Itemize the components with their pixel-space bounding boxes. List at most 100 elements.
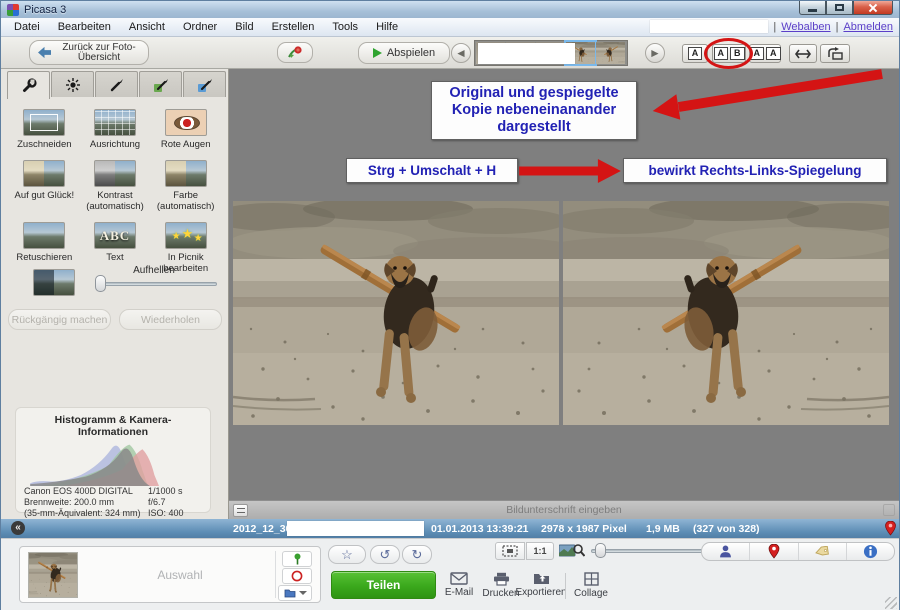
tool-auto-contrast[interactable]: Kontrast (automatisch) — [80, 160, 151, 212]
tool-im-feeling-lucky[interactable]: Auf gut Glück! — [9, 160, 80, 212]
menu-hilfe[interactable]: Hilfe — [367, 19, 407, 35]
histogram-title: Histogramm & Kamera-Informationen — [24, 414, 202, 438]
collapse-tray-button[interactable]: « — [11, 521, 25, 535]
account-separator: | — [836, 21, 839, 33]
zoom-actual-size-button[interactable]: 1:1 — [526, 542, 554, 560]
back-to-overview-button[interactable]: Zurück zur Foto-Übersicht — [29, 40, 149, 65]
menu-tools[interactable]: Tools — [323, 19, 367, 35]
people-button[interactable] — [702, 543, 750, 560]
menu-ansicht[interactable]: Ansicht — [120, 19, 174, 35]
menu-bild[interactable]: Bild — [226, 19, 262, 35]
collage-button[interactable]: Collage — [569, 572, 613, 599]
menu-ordner[interactable]: Ordner — [174, 19, 226, 35]
close-icon — [868, 3, 878, 13]
rotate-right-button[interactable]: ↻ — [402, 545, 432, 564]
close-button[interactable] — [853, 1, 893, 15]
blue-brush-icon — [197, 77, 213, 93]
rotate-left-button[interactable]: ↺ — [370, 545, 400, 564]
auto-color-icon — [165, 160, 207, 187]
star-icon: ☆ — [341, 547, 353, 563]
fill-light-label: Aufhellen — [99, 265, 209, 276]
fill-light-control: Aufhellen — [9, 265, 221, 305]
window-title: Picasa 3 — [24, 4, 66, 16]
redacted-thumbnails — [478, 43, 575, 64]
webalben-link[interactable]: Webalben — [781, 21, 830, 33]
tags-button[interactable] — [799, 543, 847, 560]
menu-datei[interactable]: Datei — [5, 19, 49, 35]
fill-light-slider[interactable] — [99, 282, 217, 286]
tab-effects-1[interactable] — [95, 71, 138, 97]
rotate-right-icon: ↻ — [412, 547, 423, 563]
view-side-by-side-button[interactable]: A B — [712, 44, 746, 63]
filmstrip-thumbnail[interactable] — [596, 42, 625, 64]
resize-grip[interactable] — [885, 597, 897, 609]
minimize-button[interactable] — [799, 1, 826, 15]
info-icon — [863, 544, 878, 559]
zoom-fit-button[interactable] — [495, 542, 525, 560]
next-photo-button[interactable]: ► — [645, 43, 665, 63]
abmelden-link[interactable]: Abmelden — [843, 21, 893, 33]
minimize-icon — [808, 9, 817, 12]
filmstrip — [474, 40, 628, 66]
back-arrow-icon — [37, 46, 52, 59]
star-button[interactable]: ☆ — [328, 545, 366, 564]
view-duplicate-button[interactable]: A A — [749, 44, 781, 63]
share-button[interactable]: Teilen — [331, 571, 436, 599]
tab-effects-2[interactable] — [139, 71, 182, 97]
rose-icon — [286, 45, 304, 60]
redo-button[interactable]: Wiederholen — [119, 309, 222, 330]
rotate-button[interactable] — [820, 44, 850, 63]
email-button[interactable]: E-Mail — [437, 572, 481, 598]
clear-selection-button[interactable] — [282, 568, 312, 584]
selection-tray: Auswahl — [19, 546, 321, 603]
menu-erstellen[interactable]: Erstellen — [263, 19, 324, 35]
photo-original[interactable] — [233, 201, 559, 425]
back-button-label: Zurück zur Foto-Übersicht — [57, 43, 141, 63]
status-bar: « 2012_12_30_ 01.01.2013 13:39:21 2978 x… — [1, 519, 899, 538]
tab-basic-fixes[interactable] — [7, 71, 50, 99]
undo-button[interactable]: Rückgängig machen — [8, 309, 111, 330]
print-icon — [493, 572, 510, 586]
crop-icon — [23, 109, 65, 136]
play-button[interactable]: Abspielen — [358, 42, 450, 64]
tool-straighten[interactable]: Ausrichtung — [80, 109, 151, 150]
tool-auto-color[interactable]: Farbe (automatisch) — [150, 160, 221, 212]
tool-redeye[interactable]: Rote Augen — [150, 109, 221, 150]
properties-button[interactable] — [847, 543, 894, 560]
tool-crop[interactable]: Zuschneiden — [9, 109, 80, 150]
maximize-button[interactable] — [826, 1, 853, 15]
green-pin-icon — [293, 553, 302, 565]
fill-light-slider-thumb[interactable] — [95, 275, 106, 292]
status-filesize: 1,9 MB — [646, 523, 680, 535]
places-button[interactable] — [750, 543, 798, 560]
photo-mirrored[interactable] — [563, 201, 889, 425]
straighten-icon — [94, 109, 136, 136]
view-single-button[interactable]: A — [682, 44, 708, 63]
geotag-pin-icon — [885, 521, 896, 536]
histogram-chart — [28, 440, 198, 486]
export-folder-icon — [533, 572, 550, 585]
retouch-icon — [23, 222, 65, 249]
tab-tuning[interactable] — [51, 71, 94, 97]
wrench-icon — [21, 78, 37, 94]
next-arrow-icon: ► — [649, 47, 661, 59]
hold-selection-button[interactable] — [282, 551, 312, 567]
tab-effects-3[interactable] — [183, 71, 226, 97]
flip-horizontal-button[interactable] — [789, 44, 817, 63]
caption-icon — [237, 508, 245, 513]
tray-photo-thumbnail[interactable] — [28, 552, 78, 598]
add-to-album-button[interactable] — [278, 585, 312, 601]
bottom-panel: Auswahl ☆ ↺ ↻ Teilen — [1, 538, 899, 610]
tray-label: Auswahl — [90, 547, 270, 602]
caption-button[interactable] — [233, 504, 248, 517]
export-button[interactable]: Exportieren — [519, 572, 563, 598]
picasa-window: Picasa 3 Datei Bearbeiten Ansicht Ordner… — [0, 0, 900, 610]
account-separator: | — [773, 21, 776, 33]
redacted-filename — [287, 521, 424, 536]
rose-tool-button[interactable] — [277, 42, 313, 63]
caption-lock-icon — [883, 504, 895, 516]
menu-bearbeiten[interactable]: Bearbeiten — [49, 19, 120, 35]
zoom-slider-thumb[interactable] — [595, 543, 606, 558]
caption-placeholder[interactable]: Bildunterschrift eingeben — [506, 504, 622, 516]
previous-photo-button[interactable]: ◄ — [451, 43, 471, 63]
